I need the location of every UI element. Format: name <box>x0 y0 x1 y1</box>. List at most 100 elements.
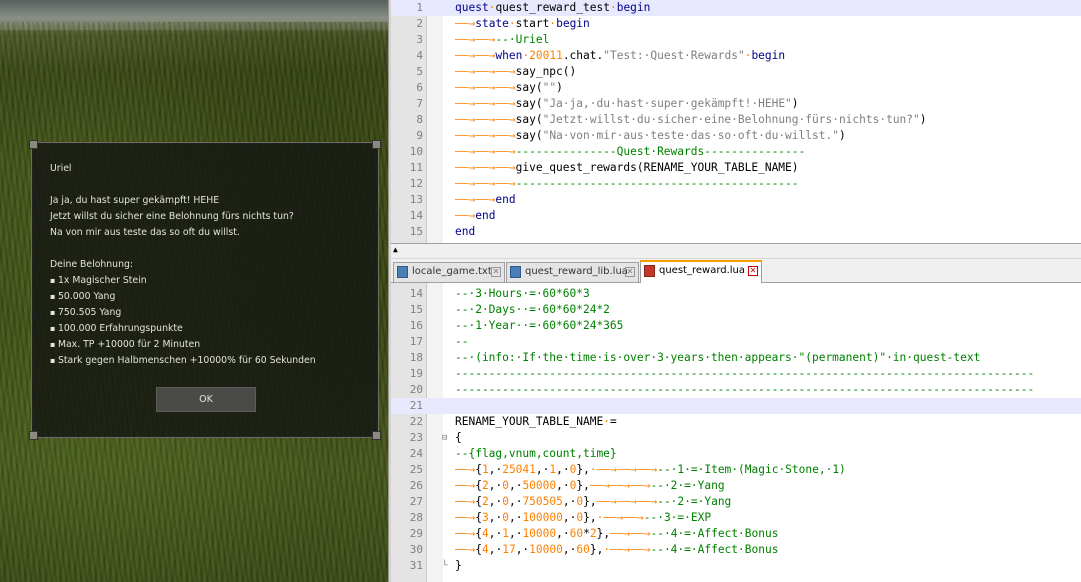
code-text: ——→——→——→-------------------------------… <box>455 177 799 190</box>
code-line[interactable]: 9 ——→——→——→say("Na·von·mir·aus·teste·das·… <box>391 128 1081 144</box>
line-number: 17 <box>409 335 423 348</box>
editor-bottom-pane[interactable]: 14 --·3·Hours·=·60*60*3 15 --·2·Days··=·60*… <box>391 283 1081 582</box>
code-line[interactable]: 3 ——→——→--·Uriel <box>391 32 1081 48</box>
window-corner-ornament <box>372 140 381 149</box>
code-line[interactable]: 13 ——→——→end <box>391 192 1081 208</box>
fold-marker-icon[interactable]: ⊟ <box>442 430 451 446</box>
code-line[interactable]: 18 --·(info:·If·the·time·is·over·3·years·… <box>391 350 1081 366</box>
code-text: --·(info:·If·the·time·is·over·3·years·th… <box>455 351 981 364</box>
fold-marker-icon[interactable]: └ <box>442 558 451 574</box>
code-line[interactable]: 22 RENAME_YOUR_TABLE_NAME·= <box>391 414 1081 430</box>
code-text: --·3·Hours·=·60*60*3 <box>455 287 590 300</box>
code-line[interactable]: 2 ——→state·start·begin <box>391 16 1081 32</box>
close-icon[interactable]: ✕ <box>625 267 635 277</box>
code-text: -- <box>455 335 469 348</box>
code-line[interactable]: 1 quest·quest_reward_test·begin <box>391 0 1081 16</box>
code-line[interactable]: 24 --{flag,vnum,count,time} <box>391 446 1081 462</box>
tab-bar: locale_game.txt ✕ quest_reward_lib.lua ✕… <box>391 259 1081 283</box>
line-number: 15 <box>409 303 423 316</box>
ok-button[interactable]: OK <box>156 387 256 412</box>
code-line[interactable]: 5 ——→——→——→say_npc() <box>391 64 1081 80</box>
dialog-message: Ja ja, du hast super gekämpft! HEHE Jetz… <box>50 193 294 241</box>
code-text: end <box>455 225 476 238</box>
line-number: 14 <box>409 287 423 300</box>
code-line[interactable]: 11 ——→——→——→give_quest_rewards(RENAME_YOU… <box>391 160 1081 176</box>
close-icon[interactable]: ✕ <box>748 266 758 276</box>
file-icon <box>510 266 521 278</box>
window-corner-ornament <box>29 431 38 440</box>
code-line[interactable]: 7 ——→——→——→say("Ja·ja,·du·hast·super·gekä… <box>391 96 1081 112</box>
code-text: ——→——→——→say_npc() <box>455 65 577 78</box>
tab-quest-reward[interactable]: quest_reward.lua ✕ <box>640 260 762 283</box>
line-number: 9 <box>416 129 423 142</box>
code-text: quest·quest_reward_test·begin <box>455 1 651 14</box>
code-line[interactable]: 26 ——→{2,·0,·50000,·0},——→——→——→--·2·=·Ya… <box>391 478 1081 494</box>
line-number: 15 <box>409 225 423 238</box>
split-bar[interactable]: ▲ <box>391 243 1081 259</box>
file-icon <box>644 265 655 277</box>
code-line[interactable]: 15 end <box>391 224 1081 240</box>
code-text: ——→——→——→say("") <box>455 81 563 94</box>
line-number: 30 <box>409 543 423 556</box>
tab-locale-game[interactable]: locale_game.txt ✕ <box>393 262 505 282</box>
line-number: 7 <box>416 97 423 110</box>
reward-item: Max. TP +10000 für 2 Minuten <box>50 337 316 353</box>
code-line[interactable]: 14 --·3·Hours·=·60*60*3 <box>391 286 1081 302</box>
code-line[interactable]: 25 ——→{1,·25041,·1,·0},·——→——→——→--·1·=·I… <box>391 462 1081 478</box>
code-text: ——→end <box>455 209 496 222</box>
tab-label: quest_reward.lua <box>659 265 746 276</box>
code-text: ——→——→--·Uriel <box>455 33 550 46</box>
code-line[interactable]: 23 ⊟ { <box>391 430 1081 446</box>
dialog-line: Jetzt willst du sicher eine Belohnung fü… <box>50 211 294 222</box>
code-text: ——→——→——→give_quest_rewards(RENAME_YOUR_… <box>455 161 799 174</box>
line-number: 16 <box>409 319 423 332</box>
npc-dialog-window: Uriel Ja ja, du hast super gekämpft! HEH… <box>29 140 381 440</box>
code-line[interactable]: 12 ——→——→——→-----------------------------… <box>391 176 1081 192</box>
reward-item: 100.000 Erfahrungspunkte <box>50 321 316 337</box>
code-text: ——→——→——→say("Na·von·mir·aus·teste·das·s… <box>455 129 846 142</box>
code-text: ——→{4,·1,·10000,·60*2},——→——→--·4·=·Affe… <box>455 527 779 540</box>
line-number: 21 <box>409 399 423 412</box>
split-arrow-icon[interactable]: ▲ <box>393 245 398 254</box>
code-line[interactable]: 28 ——→{3,·0,·100000,·0},·——→——→--·3·=·EXP <box>391 510 1081 526</box>
editor-top-pane[interactable]: 1 quest·quest_reward_test·begin 2 ——→state·… <box>391 0 1081 243</box>
line-number: 26 <box>409 479 423 492</box>
code-line[interactable]: 29 ——→{4,·1,·10000,·60*2},——→——→--·4·=·Af… <box>391 526 1081 542</box>
line-number: 3 <box>416 33 423 46</box>
code-line[interactable]: 31 └} <box>391 558 1081 574</box>
line-number: 18 <box>409 351 423 364</box>
code-text: --{flag,vnum,count,time} <box>455 447 617 460</box>
code-line[interactable]: 15 --·2·Days··=·60*60*24*2 <box>391 302 1081 318</box>
code-line[interactable]: 17 -- <box>391 334 1081 350</box>
line-number: 6 <box>416 81 423 94</box>
code-text: ——→{2,·0,·50000,·0},——→——→——→--·2·=·Yang <box>455 479 725 492</box>
code-text: ----------------------------------------… <box>455 367 1035 380</box>
window-corner-ornament <box>29 140 38 149</box>
reward-item: 1x Magischer Stein <box>50 273 316 289</box>
tab-quest-reward-lib[interactable]: quest_reward_lib.lua ✕ <box>506 262 639 282</box>
line-number: 31 <box>409 559 423 572</box>
code-line[interactable]: 8 ——→——→——→say("Jetzt·willst·du·sicher·ei… <box>391 112 1081 128</box>
close-icon[interactable]: ✕ <box>491 267 501 277</box>
code-line[interactable]: 21 <box>391 398 1081 414</box>
line-number: 10 <box>409 145 423 158</box>
line-number: 8 <box>416 113 423 126</box>
code-line[interactable]: 16 --·1·Year··=·60*60*24*365 <box>391 318 1081 334</box>
code-line[interactable]: 20 --------------------------------------… <box>391 382 1081 398</box>
code-line[interactable]: 27 ——→{2,·0,·750505,·0},——→——→——→--·2·=·Y… <box>391 494 1081 510</box>
line-number: 12 <box>409 177 423 190</box>
code-line[interactable]: 10 ——→——→——→---------------Quest·Rewards-… <box>391 144 1081 160</box>
code-text: } <box>455 559 462 572</box>
code-text: ——→——→end <box>455 193 516 206</box>
code-line[interactable]: 14 ——→end <box>391 208 1081 224</box>
line-number: 1 <box>416 1 423 14</box>
code-line[interactable]: 4 ——→——→when·20011.chat."Test:·Quest·Rewa… <box>391 48 1081 64</box>
code-line[interactable]: 19 --------------------------------------… <box>391 366 1081 382</box>
code-line[interactable]: 30 ——→{4,·17,·10000,·60},·——→——→--·4·=·Af… <box>391 542 1081 558</box>
line-number: 4 <box>416 49 423 62</box>
code-text: ——→——→——→say("Ja·ja,·du·hast·super·gekäm… <box>455 97 799 110</box>
line-number: 29 <box>409 527 423 540</box>
code-line[interactable]: 6 ——→——→——→say("") <box>391 80 1081 96</box>
code-text: ——→state·start·begin <box>455 17 590 30</box>
line-number: 22 <box>409 415 423 428</box>
